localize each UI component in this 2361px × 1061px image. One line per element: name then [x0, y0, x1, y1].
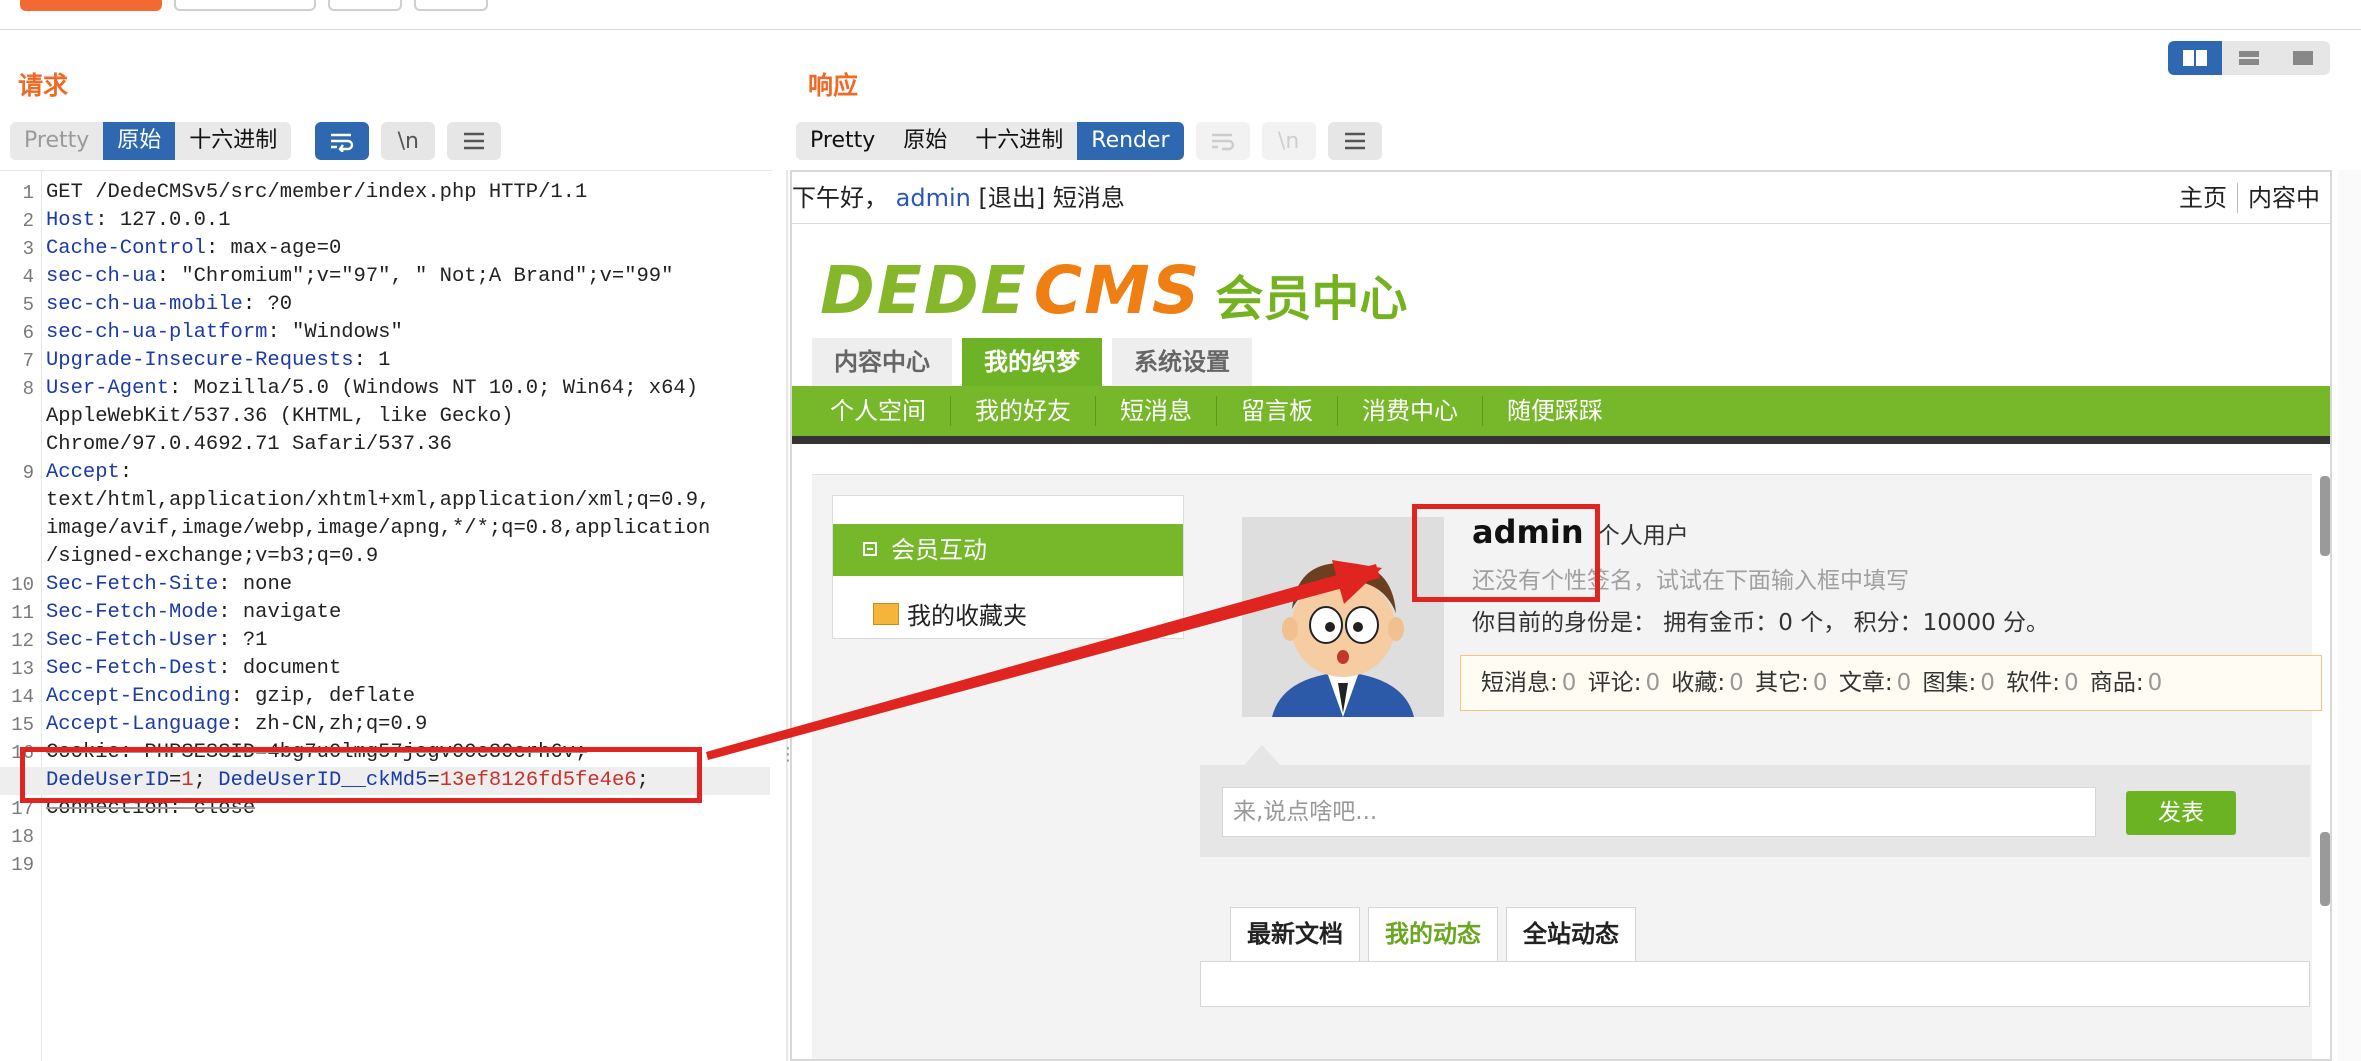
code-line: 18	[11, 826, 34, 848]
sub-nav: 个人空间 我的好友 短消息 留言板 消费中心 随便踩踩	[792, 386, 2330, 444]
show-newlines-button: \n	[1261, 122, 1316, 160]
tab-site-activity[interactable]: 全站动态	[1506, 907, 1636, 961]
nav-billing[interactable]: 消费中心	[1362, 396, 1483, 426]
feed-tabs: 最新文档 我的动态 全站动态	[1230, 907, 1644, 961]
site-topbar: 下午好， admin [退出] 短消息 主页 内容中	[792, 172, 2330, 224]
scrollbar-thumb[interactable]	[2320, 476, 2330, 556]
side-menu: 会员互动 我的收藏夹	[832, 495, 1184, 639]
stats-bar: 短消息: 0 评论: 0 收藏: 0 其它: 0 文章: 0 图集: 0 软件: 0 商品: 0	[1460, 655, 2322, 711]
code-line: 4 sec-ch-ua: "Chromium";v="97", " Not;A B…	[22, 265, 674, 288]
content-center-link[interactable]: 内容中	[2238, 172, 2330, 224]
response-toolbar: Pretty 原始 十六进制 Render \n	[796, 122, 1382, 160]
forward-button[interactable]	[414, 0, 488, 11]
code-line: image/avif,image/webp,image/apng,*/*;q=0…	[46, 517, 711, 540]
request-toolbar: Pretty 原始 十六进制 \n	[10, 122, 502, 160]
response-title: 响应	[808, 71, 859, 100]
nav-messages[interactable]: 短消息	[1120, 396, 1217, 426]
split-columns-icon[interactable]	[2168, 41, 2222, 75]
feed-body	[1200, 961, 2310, 1007]
tab-latest-docs[interactable]: 最新文档	[1230, 907, 1360, 961]
cancel-button[interactable]	[174, 0, 316, 11]
back-button[interactable]	[328, 0, 402, 11]
nav-personal-space[interactable]: 个人空间	[830, 396, 951, 426]
single-pane-icon[interactable]	[2276, 41, 2330, 75]
tab-settings[interactable]: 系统设置	[1112, 338, 1252, 386]
wrap-lines-icon[interactable]	[315, 122, 370, 160]
dedecms-logo: DEDE CMS 会员中心	[820, 252, 1408, 329]
request-title: 请求	[18, 71, 69, 100]
code-line: 2 Host: 127.0.0.1	[22, 209, 231, 232]
scrollbar-thumb[interactable]	[2320, 832, 2330, 906]
nav-friends[interactable]: 我的好友	[975, 396, 1096, 426]
code-line: 8 User-Agent: Mozilla/5.0 (Windows NT 10.…	[22, 377, 699, 400]
post-box: 来,说点啥吧... 发表	[1200, 745, 2310, 857]
request-tab-hex[interactable]: 十六进制	[175, 122, 292, 160]
greeting: 下午好，	[792, 184, 888, 212]
send-button[interactable]	[20, 0, 162, 11]
menu-icon[interactable]	[1327, 122, 1382, 160]
folder-icon	[873, 602, 899, 625]
post-button[interactable]: 发表	[2126, 791, 2236, 835]
home-link[interactable]: 主页	[2169, 172, 2237, 224]
code-line: 12 Sec-Fetch-User: ?1	[11, 629, 268, 652]
identity-line: 你目前的身份是： 拥有金币：0 个， 积分：10000 分。	[1472, 610, 2050, 636]
top-toolbar	[0, 0, 2361, 30]
right-edge	[2338, 170, 2361, 1061]
code-line: 10 Sec-Fetch-Site: none	[11, 573, 293, 596]
code-line: AppleWebKit/537.36 (KHTML, like Gecko)	[46, 405, 514, 428]
main-tabs: 内容中心 我的织梦 系统设置	[812, 338, 1262, 386]
cookie-highlight-box	[20, 747, 702, 803]
response-tab-raw[interactable]: 原始	[889, 122, 962, 160]
side-menu-head[interactable]: 会员互动	[833, 524, 1183, 576]
code-line: 1 GET /DedeCMSv5/src/member/index.php HTT…	[22, 181, 588, 204]
code-line: 14 Accept-Encoding: gzip, deflate	[11, 685, 416, 708]
logout-link[interactable]: [退出]	[978, 184, 1045, 212]
code-line: Chrome/97.0.4692.71 Safari/537.36	[46, 433, 452, 456]
response-tab-render[interactable]: Render	[1077, 122, 1184, 160]
layout-toggle	[2168, 41, 2330, 75]
favorites-link[interactable]: 我的收藏夹	[873, 596, 1027, 631]
tab-my-activity[interactable]: 我的动态	[1368, 907, 1498, 961]
response-tab-hex[interactable]: 十六进制	[961, 122, 1078, 160]
code-line: 5 sec-ch-ua-mobile: ?0	[22, 293, 293, 316]
tab-content-center[interactable]: 内容中心	[812, 338, 952, 386]
code-line: /signed-exchange;v=b3;q=0.9	[46, 545, 379, 568]
messages-link[interactable]: 短消息	[1053, 184, 1125, 212]
user-link[interactable]: admin	[896, 184, 971, 212]
code-line: 19	[11, 854, 34, 876]
collapse-icon[interactable]	[863, 542, 877, 556]
user-type: 个人用户	[1596, 523, 1689, 549]
request-tab-pretty[interactable]: Pretty	[10, 122, 104, 160]
tab-my-dream[interactable]: 我的织梦	[962, 338, 1102, 386]
code-line: 15 Accept-Language: zh-CN,zh;q=0.9	[11, 713, 428, 736]
code-line: text/html,application/xhtml+xml,applicat…	[46, 489, 711, 512]
split-rows-icon[interactable]	[2222, 41, 2276, 75]
show-newlines-button[interactable]: \n	[381, 122, 436, 160]
response-tab-pretty[interactable]: Pretty	[796, 122, 890, 160]
code-line: 6 sec-ch-ua-platform: "Windows"	[22, 321, 403, 344]
menu-icon[interactable]	[447, 122, 502, 160]
request-editor[interactable]: 1 GET /DedeCMSv5/src/member/index.php HTT…	[0, 170, 772, 1061]
render-view: 下午好， admin [退出] 短消息 主页 内容中 DEDE CMS 会员中心…	[790, 170, 2332, 1061]
code-line: 7 Upgrade-Insecure-Requests: 1	[22, 349, 391, 372]
request-tab-raw[interactable]: 原始	[103, 122, 176, 160]
code-line: 11 Sec-Fetch-Mode: navigate	[11, 601, 342, 624]
pane-splitter[interactable]	[786, 170, 788, 1061]
nav-guestbook[interactable]: 留言板	[1241, 396, 1338, 426]
code-line: 3 Cache-Control: max-age=0	[22, 237, 342, 260]
code-line: 13 Sec-Fetch-Dest: document	[11, 657, 342, 680]
wrap-lines-icon	[1195, 122, 1250, 160]
nav-browse[interactable]: 随便踩踩	[1507, 396, 1627, 426]
post-input[interactable]: 来,说点啥吧...	[1222, 787, 2096, 837]
code-line: 9 Accept:	[22, 461, 133, 484]
admin-highlight-box	[1412, 504, 1600, 602]
